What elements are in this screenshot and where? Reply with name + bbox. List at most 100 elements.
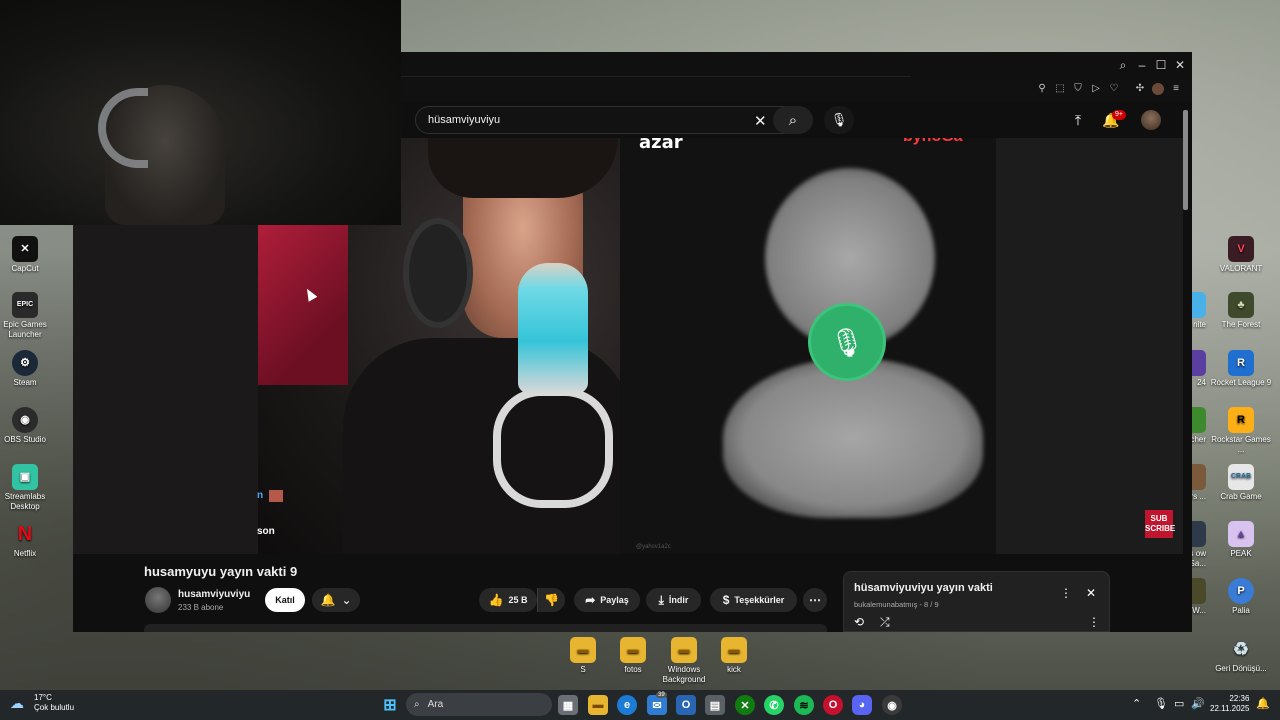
recycle-bin-icon: ♻ [1232, 639, 1250, 659]
extensions-icon[interactable]: ✣ [1134, 83, 1146, 95]
placeholder-avatar-body [723, 358, 983, 518]
subscribe-badge: SUB SCRIBE [1145, 510, 1175, 538]
more-horizontal-icon: ⋯ [809, 593, 821, 607]
desktop-icon-rocket-league[interactable]: R Rocket League 9 [1209, 350, 1273, 388]
network-icon[interactable]: ▭ [1174, 697, 1184, 710]
valorant-icon: V [1228, 236, 1254, 262]
search-input-value: hüsamviyuviyu [428, 114, 501, 126]
video-watermark: @yahsv1a2c [636, 544, 671, 550]
folder-icon: ▬ [721, 637, 747, 663]
clear-search-icon[interactable]: ✕ [754, 112, 767, 130]
playlist-menu-icon[interactable]: ⋮ [1088, 615, 1100, 629]
desktop-icon-peak[interactable]: ▲ PEAK [1209, 521, 1273, 559]
folder-kick[interactable]: ▬ kick [702, 637, 766, 675]
loop-icon[interactable]: ⟲ [854, 615, 864, 629]
thumbs-up-icon: 👍 [488, 593, 504, 607]
desktop-icon-epic-games[interactable]: EPIC Epic Games Launcher [0, 292, 57, 340]
minimize-icon[interactable]: – [1135, 58, 1149, 72]
more-actions-button[interactable]: ⋯ [803, 588, 827, 612]
subscriber-count: 233 B abone [178, 603, 224, 612]
playlist-title[interactable]: hüsamviyuviyu yayın vakti [854, 582, 993, 594]
clock-date: 22.11.2025 [1210, 704, 1250, 713]
store-icon[interactable]: ▤ [705, 695, 725, 715]
spotify-icon[interactable]: ≋ [794, 695, 814, 715]
pin-icon[interactable]: ⚲ [1036, 83, 1048, 95]
mail-badge: 39 [656, 692, 667, 698]
outlook-icon[interactable]: O [676, 695, 696, 715]
upload-icon[interactable]: ⤒ [1070, 112, 1086, 128]
like-button[interactable]: 👍 25 B [479, 588, 537, 612]
webcam-overlay [0, 0, 401, 225]
menu-icon[interactable]: ≡ [1170, 83, 1182, 95]
microphone-tray-icon[interactable]: 🎙 [1154, 697, 1168, 710]
desktop-icon-recycle-bin[interactable]: ♻ Geri Dönüşü... [1209, 636, 1273, 674]
close-icon[interactable]: ✕ [1173, 58, 1187, 72]
search-button[interactable]: ⌕ [773, 106, 813, 134]
playlist-more-icon[interactable]: ⋮ [1060, 586, 1072, 600]
maximize-icon[interactable]: ☐ [1154, 58, 1168, 72]
folder-icon: ▬ [570, 637, 596, 663]
title-divider [401, 76, 911, 77]
streamer-hair [428, 138, 618, 198]
voice-search-button[interactable]: 🎙 [824, 106, 854, 134]
channel-avatar[interactable] [145, 587, 171, 613]
taskbar-clock[interactable]: 22:36 22.11.2025 [1210, 694, 1249, 714]
desktop-icon-palia[interactable]: P Palia [1209, 578, 1273, 616]
edge-icon[interactable]: e [617, 695, 637, 715]
volume-icon[interactable]: 🔊 [1191, 697, 1205, 710]
opera-icon[interactable]: O [823, 695, 843, 715]
shuffle-icon[interactable]: ⤮ [880, 615, 890, 630]
playlist-panel: hüsamviyuviyu yayın vakti bukalemunabatm… [843, 571, 1110, 632]
desktop-icon-crab-game[interactable]: CRAB Crab Game [1209, 464, 1273, 502]
shield-icon[interactable]: ⛉ [1072, 83, 1084, 95]
profile-avatar-icon[interactable] [1152, 83, 1164, 95]
scrollbar-thumb[interactable] [1183, 110, 1188, 210]
share-icon: ➦ [585, 593, 596, 607]
notification-center-icon[interactable]: 🔔 [1256, 697, 1270, 710]
taskbar-search-placeholder: Ara [427, 699, 444, 710]
chevron-up-icon[interactable]: ⌃ [1132, 697, 1141, 710]
account-avatar[interactable] [1141, 110, 1161, 130]
microphone-icon: 🎙 [830, 112, 848, 127]
whatsapp-icon[interactable]: ✆ [764, 695, 784, 715]
dislike-button[interactable]: 👎 [537, 588, 565, 612]
desktop-icon-the-forest[interactable]: ♣ The Forest [1209, 292, 1273, 330]
call-microphone-icon: 🎙 [808, 303, 886, 381]
desktop-icon-rockstar[interactable]: R Rockstar Games ... [1209, 407, 1273, 455]
bell-icon: 🔔 [320, 593, 336, 607]
search-tabs-icon[interactable]: ⌕ [1116, 58, 1130, 72]
mail-icon[interactable]: ✉ [647, 695, 667, 715]
calculator-icon[interactable]: ▦ [558, 695, 578, 715]
search-input[interactable]: hüsamviyuviyu ✕ [415, 106, 805, 134]
desktop-icon-streamlabs[interactable]: ▣ Streamlabs Desktop [0, 464, 57, 512]
folder-icon: ▬ [671, 637, 697, 663]
thanks-button[interactable]: $ Teşekkürler [710, 588, 797, 612]
microphone-prop [518, 263, 588, 393]
channel-name[interactable]: husamviyuviyu [178, 589, 250, 600]
start-button[interactable]: ⊞ [380, 695, 400, 715]
obs-taskbar-icon[interactable]: ◉ [882, 695, 902, 715]
play-icon[interactable]: ▷ [1090, 83, 1102, 95]
file-explorer-icon[interactable]: ▬ [588, 695, 608, 715]
desktop-icon-netflix[interactable]: N Netflix [0, 521, 57, 559]
heart-icon[interactable]: ♡ [1108, 83, 1120, 95]
desktop-icon-valorant[interactable]: V VALORANT [1209, 236, 1273, 274]
join-button[interactable]: Katıl [265, 588, 305, 612]
video-right-panel [996, 138, 1183, 554]
taskbar-search[interactable]: ⌕ Ara [406, 693, 552, 716]
weather-widget[interactable]: ☁ 17°C Çok bulutlu [10, 693, 74, 713]
screenshot-icon[interactable]: ⬚ [1054, 83, 1066, 95]
playlist-close-icon[interactable]: ✕ [1086, 586, 1096, 600]
palia-icon: P [1228, 578, 1254, 604]
xbox-icon[interactable]: ✕ [735, 695, 755, 715]
share-button[interactable]: ➦ Paylaş [574, 588, 640, 612]
subscription-bell-button[interactable]: 🔔 ⌄ [312, 588, 360, 612]
peak-icon: ▲ [1228, 521, 1254, 547]
description-box[interactable] [144, 624, 827, 632]
download-button[interactable]: ⤓ İndir [646, 588, 701, 612]
discord-icon[interactable]: ◕ [852, 695, 872, 715]
desktop-icon-obs[interactable]: ◉ OBS Studio [0, 407, 57, 445]
desktop-icon-capcut[interactable]: ✕ CapCut [0, 236, 57, 274]
weather-desc: Çok bulutlu [34, 703, 75, 712]
desktop-icon-steam[interactable]: ⚙ Steam [0, 350, 57, 388]
